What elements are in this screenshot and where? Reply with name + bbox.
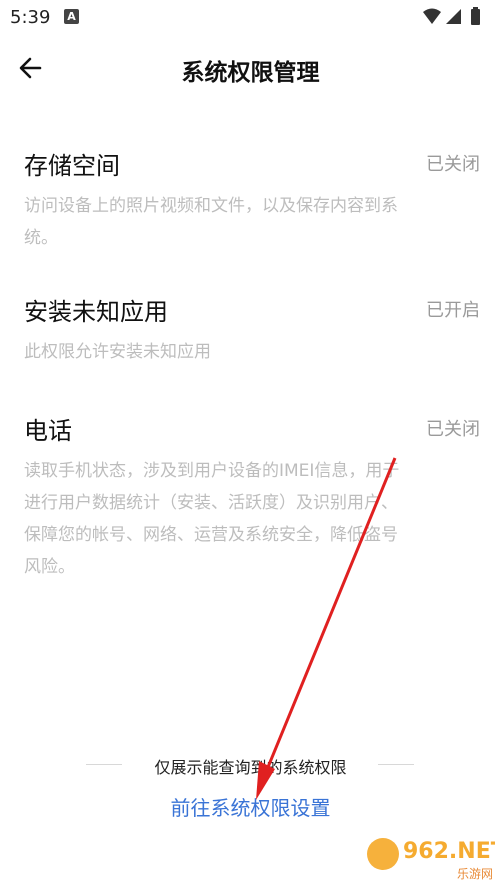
watermark-logo: 962.NET 乐游网: [365, 826, 501, 884]
watermark-sub: 乐游网: [457, 867, 493, 881]
watermark-logo-icon: 962.NET 乐游网: [367, 838, 501, 881]
watermark-brand: 962.NET: [403, 839, 495, 864]
annotation-arrow: [256, 457, 397, 800]
